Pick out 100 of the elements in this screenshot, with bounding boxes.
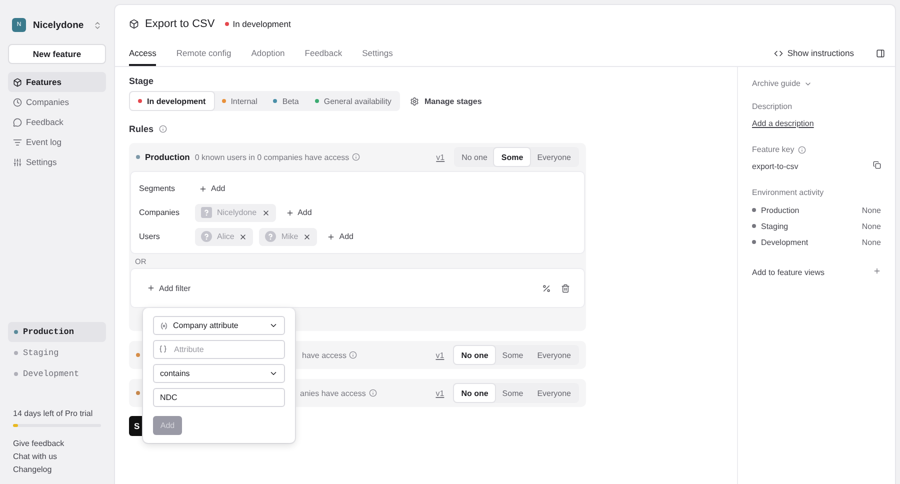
stage-option[interactable]: In development xyxy=(130,92,214,110)
info-icon xyxy=(158,125,167,133)
access-option[interactable]: No one xyxy=(454,346,496,364)
sliders-icon xyxy=(13,158,22,166)
activity-value: None xyxy=(862,222,881,230)
environment-item[interactable]: Development xyxy=(8,364,106,384)
access-summary: 0 known users in 0 companies have access xyxy=(194,152,350,162)
plus-icon[interactable] xyxy=(873,267,881,275)
tab[interactable]: Remote config xyxy=(176,43,232,66)
nav-item[interactable]: Settings xyxy=(8,152,106,172)
tab[interactable]: Access xyxy=(129,43,156,66)
stage-label: Stage xyxy=(129,76,154,86)
feature-title: Export to CSV xyxy=(145,18,215,30)
activity-value: None xyxy=(862,206,881,214)
access-option[interactable]: No one xyxy=(454,148,494,166)
copy-icon[interactable] xyxy=(873,161,881,169)
stage-option[interactable]: Internal xyxy=(214,92,266,110)
activity-environment: Production xyxy=(761,206,800,214)
access-option[interactable]: No one xyxy=(454,384,496,402)
list-icon xyxy=(13,138,22,146)
info-icon xyxy=(798,146,806,154)
manage-stages-button[interactable]: Manage stages xyxy=(424,96,482,106)
show-instructions-button[interactable]: Show instructions xyxy=(787,48,854,58)
environment-activity-label: Environment activity xyxy=(752,188,824,197)
operator-select[interactable]: contains xyxy=(153,364,285,383)
activity-value: None xyxy=(862,238,881,246)
sidebar-link[interactable]: Chat with us xyxy=(8,450,106,463)
chip-name: Alice xyxy=(217,232,234,241)
environment-name: Production xyxy=(145,152,190,162)
add-button[interactable]: Add xyxy=(195,184,230,193)
activity-environment: Staging xyxy=(761,222,788,230)
feature-key-label: Feature key xyxy=(752,145,794,154)
nav-item[interactable]: Features xyxy=(8,72,106,92)
clock-icon xyxy=(13,98,22,106)
version-link[interactable]: v1 xyxy=(436,152,445,162)
question-avatar-icon xyxy=(201,207,212,218)
description-label: Description xyxy=(752,102,792,111)
add-to-feature-views-button[interactable]: Add to feature views xyxy=(752,268,824,276)
access-option[interactable]: Some xyxy=(494,148,530,166)
code-icon xyxy=(774,48,784,58)
tab[interactable]: Settings xyxy=(362,43,393,66)
info-icon xyxy=(349,351,358,359)
rules-label: Rules xyxy=(129,124,154,134)
info-icon xyxy=(352,153,360,161)
info-icon xyxy=(368,389,377,397)
panel-toggle-icon[interactable] xyxy=(876,48,885,58)
question-avatar-icon xyxy=(265,231,276,242)
environment-item[interactable]: Staging xyxy=(8,343,106,363)
stage-option[interactable]: General availability xyxy=(306,92,400,110)
add-filter-button[interactable]: Add filter xyxy=(143,284,195,292)
cube-icon xyxy=(129,19,139,29)
add-button[interactable]: Add xyxy=(323,232,358,241)
braces-icon xyxy=(159,345,167,353)
trash-icon[interactable] xyxy=(561,284,570,292)
activity-environment: Development xyxy=(761,238,808,246)
add-button[interactable]: Add xyxy=(282,208,316,217)
tab[interactable]: Feedback xyxy=(304,43,342,66)
access-option[interactable]: Everyone xyxy=(530,148,578,166)
target-label: Segments xyxy=(139,184,176,193)
environment-item[interactable]: Production xyxy=(8,322,106,342)
new-feature-button[interactable]: New feature xyxy=(8,44,106,64)
nav-item[interactable]: Event log xyxy=(8,132,106,152)
chevrons-icon xyxy=(93,20,102,30)
nav-item[interactable]: Feedback xyxy=(8,112,106,132)
chip-name: Mike xyxy=(281,232,298,241)
stage-option[interactable]: Beta xyxy=(265,92,307,110)
target-label: Companies xyxy=(139,208,180,217)
close-icon[interactable] xyxy=(262,208,270,216)
version-link[interactable]: v1 xyxy=(436,350,444,360)
percent-icon[interactable] xyxy=(542,284,551,292)
version-link[interactable]: v1 xyxy=(436,388,444,398)
nav-item[interactable]: Companies xyxy=(8,92,106,112)
plus-icon xyxy=(286,208,294,216)
sidebar-link[interactable]: Changelog xyxy=(8,463,106,476)
org-name[interactable]: Nicelydone xyxy=(33,20,86,30)
add-description-link[interactable]: Add a description xyxy=(752,119,881,128)
archive-guide-button[interactable]: Archive guide xyxy=(752,79,800,88)
trial-text: 14 days left of Pro trial xyxy=(12,409,94,418)
attribute-input[interactable]: Attribute xyxy=(153,340,285,359)
access-summary: anies have access xyxy=(300,388,366,398)
value-input[interactable]: NDC xyxy=(153,388,285,407)
chat-bubble-icon xyxy=(13,118,22,126)
tab[interactable]: Adoption xyxy=(251,43,285,66)
access-option[interactable]: Some xyxy=(495,384,530,402)
access-option[interactable]: Everyone xyxy=(530,346,578,364)
close-icon[interactable] xyxy=(303,232,312,240)
type-select[interactable]: Company attribute xyxy=(153,316,285,335)
access-summary: have access xyxy=(302,350,346,360)
access-option[interactable]: Some xyxy=(495,346,530,364)
cube-icon xyxy=(13,78,22,86)
variable-icon xyxy=(160,322,168,330)
chip-name: Nicelydone xyxy=(217,208,257,217)
close-icon[interactable] xyxy=(239,232,248,240)
sidebar-link[interactable]: Give feedback xyxy=(8,437,106,450)
plus-icon xyxy=(199,184,207,192)
plus-icon xyxy=(327,232,336,240)
access-option[interactable]: Everyone xyxy=(530,384,578,402)
chevron-down-icon xyxy=(269,369,278,378)
target-label: Users xyxy=(139,232,161,241)
question-avatar-icon xyxy=(201,231,212,242)
